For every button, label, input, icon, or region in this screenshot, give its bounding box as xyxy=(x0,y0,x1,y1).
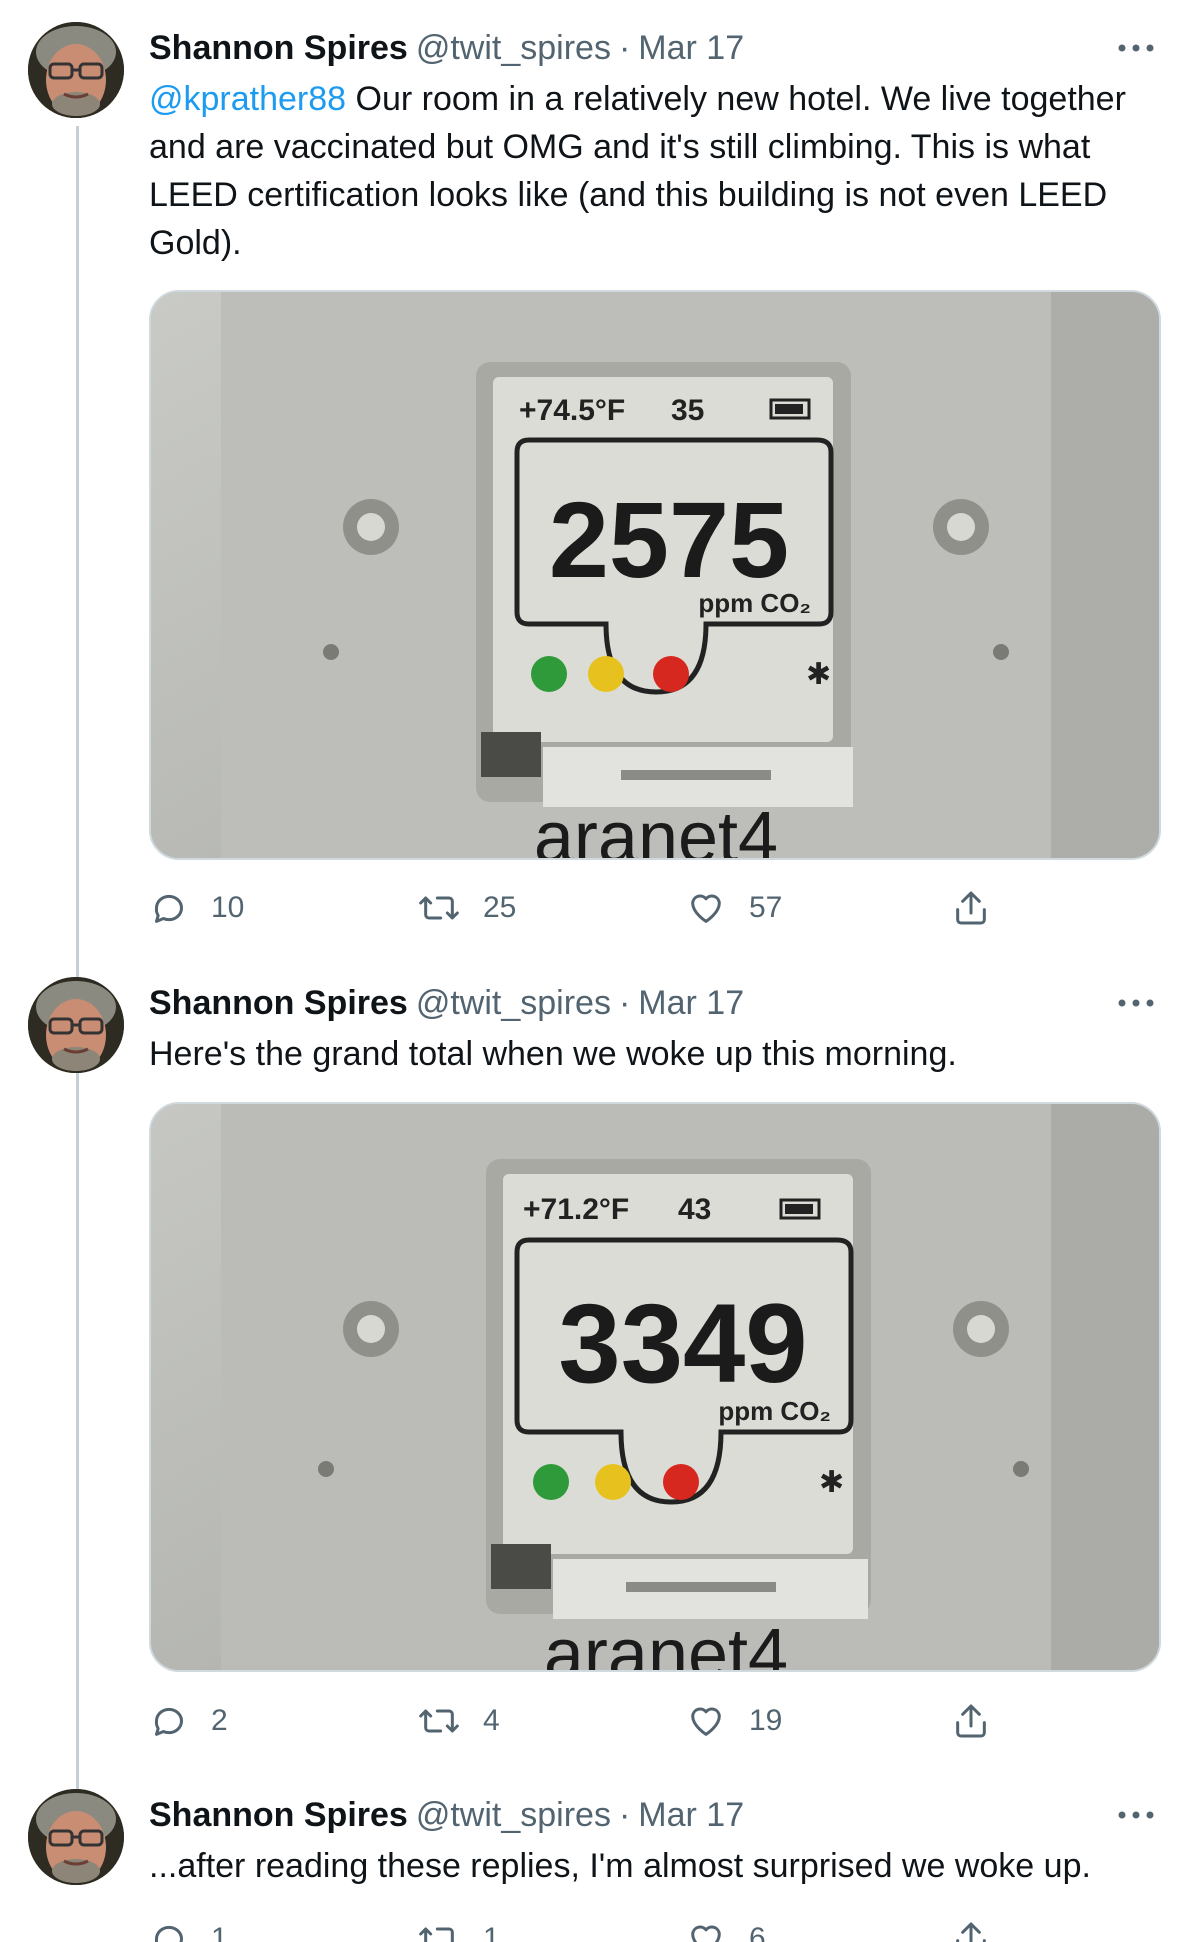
like-count: 6 xyxy=(749,1922,766,1942)
tweet-date[interactable]: Mar 17 xyxy=(638,1793,744,1837)
tweet-text: @kprather88 Our room in a relatively new… xyxy=(149,75,1149,267)
tweet-header: Shannon Spires @twit_spires · Mar 17 xyxy=(149,1793,1160,1837)
sensor-temp: +74.5°F xyxy=(519,394,625,427)
tweet-actions: 2 4 19 xyxy=(149,1697,999,1745)
more-icon[interactable] xyxy=(1112,1793,1160,1837)
svg-text:✱: ✱ xyxy=(819,1465,844,1500)
author-name[interactable]: Shannon Spires xyxy=(149,981,408,1025)
author-handle[interactable]: @twit_spires xyxy=(416,981,611,1025)
tweet-2[interactable]: Shannon Spires @twit_spires · Mar 17 Her… xyxy=(0,955,1188,1775)
like-count: 19 xyxy=(749,1704,783,1737)
reply-button[interactable]: 1 xyxy=(149,1915,228,1942)
like-count: 57 xyxy=(749,891,783,924)
retweet-icon xyxy=(417,1701,461,1741)
retweet-button[interactable]: 25 xyxy=(417,884,516,932)
retweet-button[interactable]: 4 xyxy=(417,1697,500,1745)
sensor-temp: +71.2°F xyxy=(523,1193,629,1226)
reply-button[interactable]: 2 xyxy=(149,1697,228,1745)
like-button[interactable]: 19 xyxy=(685,1697,782,1745)
author-name[interactable]: Shannon Spires xyxy=(149,26,408,70)
reply-icon xyxy=(149,888,189,928)
reply-count: 10 xyxy=(211,891,245,924)
share-button[interactable] xyxy=(951,884,991,932)
tweet-actions: 10 25 57 xyxy=(149,884,999,932)
more-icon[interactable] xyxy=(1112,26,1160,70)
tweet-photo[interactable]: +74.5°F 35 2575 ppm CO₂ ✱ aranet4 xyxy=(149,290,1161,860)
retweet-icon xyxy=(417,1919,461,1942)
tweet-text: Here's the grand total when we woke up t… xyxy=(149,1035,957,1073)
reply-icon xyxy=(149,1701,189,1741)
sensor-brand: aranet4 xyxy=(544,1615,788,1672)
sensor-unit: ppm CO₂ xyxy=(718,1396,831,1426)
reply-count: 1 xyxy=(211,1922,228,1942)
heart-icon xyxy=(685,1701,727,1741)
avatar[interactable] xyxy=(28,977,124,1073)
retweet-icon xyxy=(417,888,461,928)
tweet-actions: 1 1 6 xyxy=(149,1915,999,1942)
separator-dot: · xyxy=(618,984,631,1022)
like-button[interactable]: 57 xyxy=(685,884,782,932)
share-button[interactable] xyxy=(951,1915,991,1942)
svg-text:✱: ✱ xyxy=(806,657,831,692)
reply-button[interactable]: 10 xyxy=(149,884,244,932)
reply-count: 2 xyxy=(211,1704,228,1737)
tweet-1[interactable]: Shannon Spires @twit_spires · Mar 17 @kp… xyxy=(0,0,1188,960)
author-handle[interactable]: @twit_spires xyxy=(416,1793,611,1837)
separator-dot: · xyxy=(618,29,631,67)
tweet-text: ...after reading these replies, I'm almo… xyxy=(149,1847,1091,1885)
heart-icon xyxy=(685,888,727,928)
sensor-humidity: 43 xyxy=(678,1193,711,1226)
sensor-humidity: 35 xyxy=(671,394,704,427)
sensor-co2: 2575 xyxy=(549,479,789,600)
share-icon xyxy=(951,888,991,928)
tweet-header: Shannon Spires @twit_spires · Mar 17 xyxy=(149,981,1160,1025)
heart-icon xyxy=(685,1919,727,1942)
like-button[interactable]: 6 xyxy=(685,1915,766,1942)
retweet-count: 25 xyxy=(483,891,517,924)
reply-icon xyxy=(149,1919,189,1942)
share-icon xyxy=(951,1701,991,1741)
author-name[interactable]: Shannon Spires xyxy=(149,1793,408,1837)
more-icon[interactable] xyxy=(1112,981,1160,1025)
author-handle[interactable]: @twit_spires xyxy=(416,26,611,70)
retweet-count: 4 xyxy=(483,1704,500,1737)
retweet-button[interactable]: 1 xyxy=(417,1915,500,1942)
tweet-header: Shannon Spires @twit_spires · Mar 17 xyxy=(149,26,1160,70)
sensor-brand: aranet4 xyxy=(534,798,778,860)
avatar[interactable] xyxy=(28,1789,124,1885)
separator-dot: · xyxy=(618,1796,631,1834)
sensor-unit: ppm CO₂ xyxy=(698,588,811,618)
tweet-photo[interactable]: +71.2°F 43 3349 ppm CO₂ ✱ aranet4 xyxy=(149,1102,1161,1672)
sensor-co2: 3349 xyxy=(558,1281,807,1406)
share-button[interactable] xyxy=(951,1697,991,1745)
avatar[interactable] xyxy=(28,22,124,118)
tweet-date[interactable]: Mar 17 xyxy=(638,981,744,1025)
retweet-count: 1 xyxy=(483,1922,500,1942)
tweet-date[interactable]: Mar 17 xyxy=(638,26,744,70)
share-icon xyxy=(951,1919,991,1942)
mention-link[interactable]: @kprather88 xyxy=(149,80,346,118)
tweet-3[interactable]: Shannon Spires @twit_spires · Mar 17 ...… xyxy=(0,1767,1188,1942)
